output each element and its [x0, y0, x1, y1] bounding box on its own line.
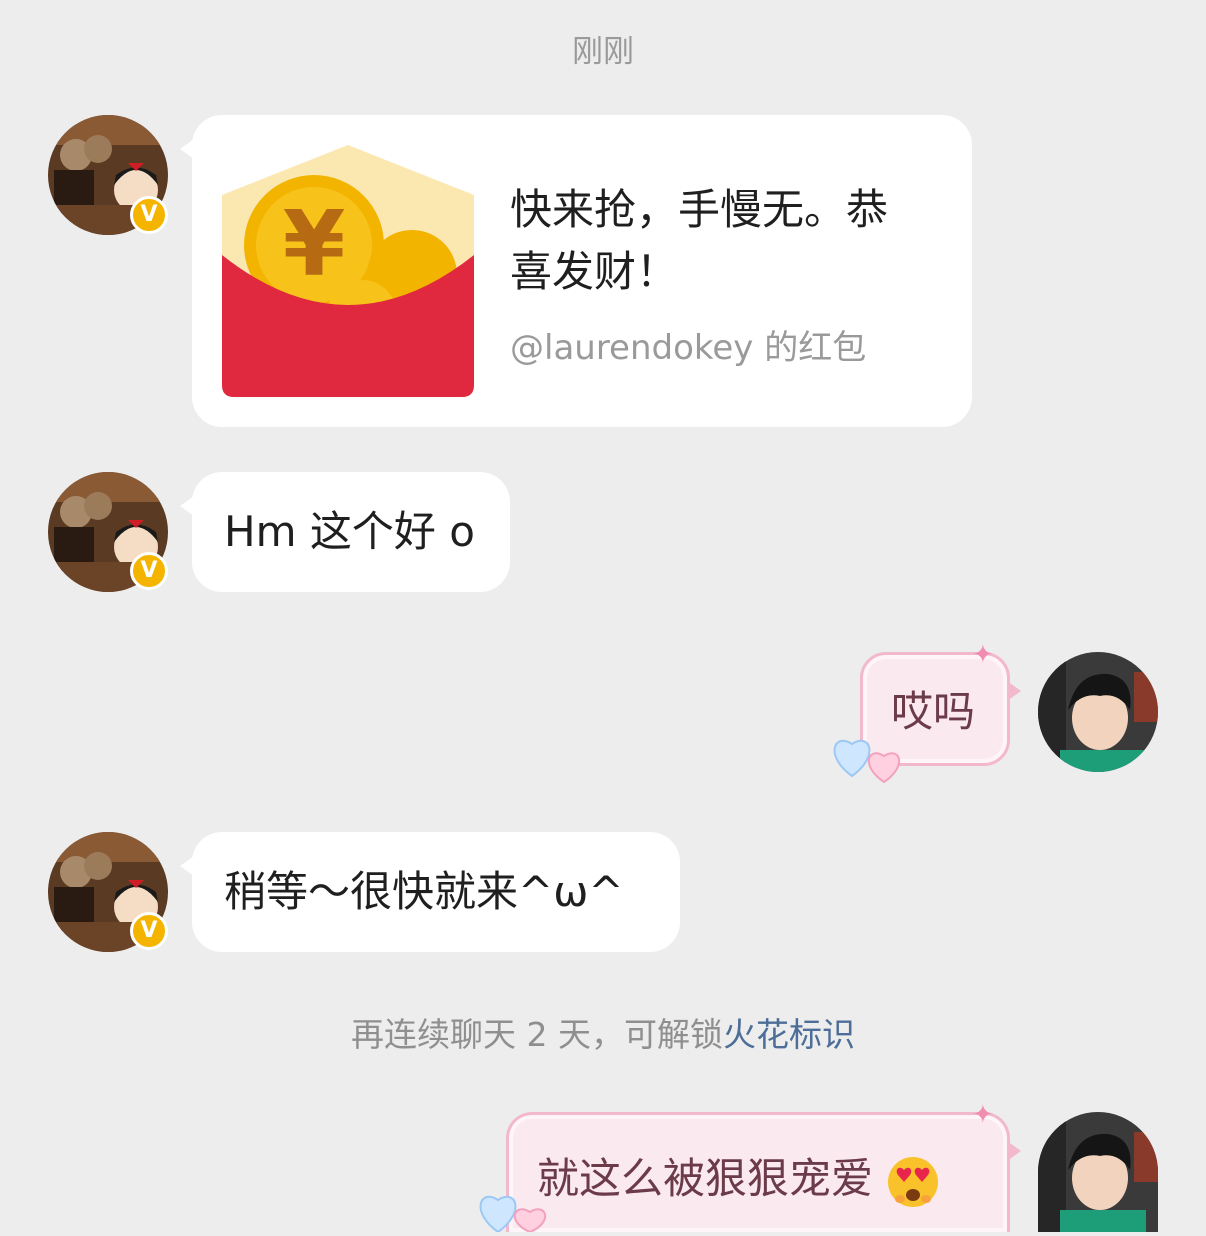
- red-envelope-icon: ¥: [222, 145, 474, 397]
- my-avatar[interactable]: [1038, 652, 1158, 772]
- verified-badge: V: [130, 552, 168, 590]
- message-text: 稍等～很快就来^ω^: [224, 867, 624, 916]
- my-avatar[interactable]: [1038, 1112, 1158, 1232]
- star-decoration-icon: ✦: [972, 1100, 994, 1130]
- timestamp: 刚刚: [572, 34, 634, 70]
- red-packet-title-line1: 快来抢，手慢无。恭: [510, 185, 889, 234]
- message-content: 就这么被狠狠宠爱: [537, 1151, 940, 1209]
- hearts-decoration-icon: [476, 1186, 556, 1236]
- verified-badge: V: [130, 196, 168, 234]
- streak-notice: 再连续聊天 2 天，可解锁火花标识: [0, 1008, 1206, 1056]
- red-packet-sender: @laurendokey 的红包: [510, 328, 867, 368]
- hearts-decoration-icon: [830, 726, 910, 790]
- message-bubble[interactable]: Hm 这个好 o: [180, 472, 510, 592]
- svg-text:¥: ¥: [283, 192, 346, 297]
- streak-notice-text: 再连续聊天 2 天，可解锁: [351, 1015, 723, 1054]
- my-message-bubble[interactable]: 就这么被狠狠宠爱: [506, 1112, 1021, 1232]
- star-decoration-icon: ✦: [972, 640, 994, 670]
- red-packet-title-line2: 喜发财！: [510, 247, 679, 296]
- message-text: 就这么被狠狠宠爱: [537, 1154, 874, 1203]
- red-packet-message[interactable]: ¥ 快来抢，手慢无。恭 喜发财！ @laurendokey 的红包: [180, 115, 972, 427]
- heart-eyes-face-icon: [886, 1155, 940, 1209]
- message-text: Hm 这个好 o: [224, 507, 475, 556]
- message-bubble[interactable]: 稍等～很快就来^ω^: [180, 832, 680, 952]
- spark-badge-link[interactable]: 火花标识: [723, 1015, 855, 1054]
- verified-badge: V: [130, 912, 168, 950]
